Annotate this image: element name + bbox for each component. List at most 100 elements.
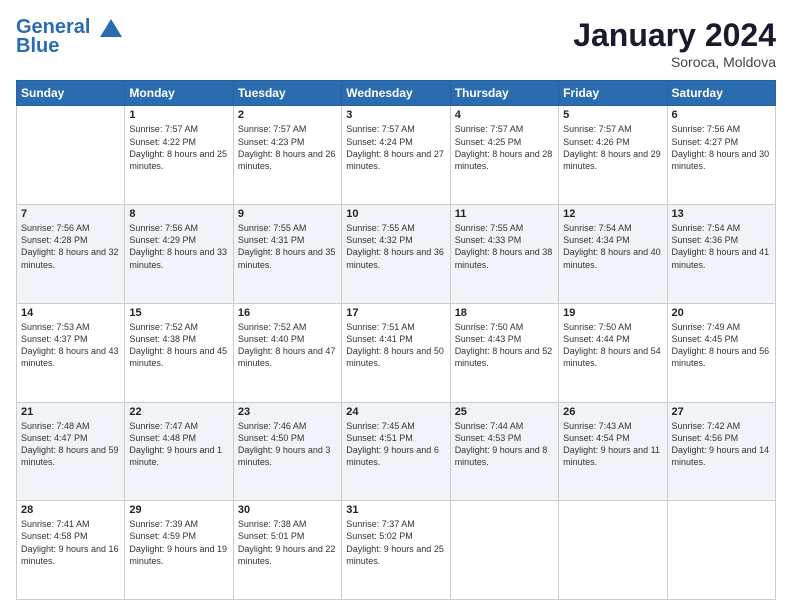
day-info: Sunrise: 7:44 AM Sunset: 4:53 PM Dayligh… xyxy=(455,420,554,469)
day-info: Sunrise: 7:57 AM Sunset: 4:23 PM Dayligh… xyxy=(238,123,337,172)
day-info: Sunrise: 7:57 AM Sunset: 4:25 PM Dayligh… xyxy=(455,123,554,172)
header-wednesday: Wednesday xyxy=(342,81,450,106)
cell-0-6: 6 Sunrise: 7:56 AM Sunset: 4:27 PM Dayli… xyxy=(667,106,775,205)
day-info: Sunrise: 7:55 AM Sunset: 4:33 PM Dayligh… xyxy=(455,222,554,271)
day-number: 23 xyxy=(238,406,337,418)
day-number: 17 xyxy=(346,307,445,319)
day-info: Sunrise: 7:54 AM Sunset: 4:34 PM Dayligh… xyxy=(563,222,662,271)
day-info: Sunrise: 7:56 AM Sunset: 4:29 PM Dayligh… xyxy=(129,222,228,271)
day-number: 26 xyxy=(563,406,662,418)
day-info: Sunrise: 7:37 AM Sunset: 5:02 PM Dayligh… xyxy=(346,518,445,567)
day-number: 8 xyxy=(129,208,228,220)
day-info: Sunrise: 7:57 AM Sunset: 4:26 PM Dayligh… xyxy=(563,123,662,172)
cell-4-6 xyxy=(667,501,775,600)
day-info: Sunrise: 7:50 AM Sunset: 4:43 PM Dayligh… xyxy=(455,321,554,370)
header: General Blue January 2024 Soroca, Moldov… xyxy=(16,16,776,70)
day-number: 30 xyxy=(238,504,337,516)
cell-0-0 xyxy=(17,106,125,205)
cell-3-1: 22 Sunrise: 7:47 AM Sunset: 4:48 PM Dayl… xyxy=(125,402,233,501)
title-block: January 2024 Soroca, Moldova xyxy=(573,16,776,70)
header-friday: Friday xyxy=(559,81,667,106)
calendar-table: Sunday Monday Tuesday Wednesday Thursday… xyxy=(16,80,776,600)
week-row-1: 7 Sunrise: 7:56 AM Sunset: 4:28 PM Dayli… xyxy=(17,205,776,304)
day-number: 4 xyxy=(455,109,554,121)
day-info: Sunrise: 7:51 AM Sunset: 4:41 PM Dayligh… xyxy=(346,321,445,370)
cell-0-1: 1 Sunrise: 7:57 AM Sunset: 4:22 PM Dayli… xyxy=(125,106,233,205)
day-info: Sunrise: 7:52 AM Sunset: 4:40 PM Dayligh… xyxy=(238,321,337,370)
cell-2-6: 20 Sunrise: 7:49 AM Sunset: 4:45 PM Dayl… xyxy=(667,303,775,402)
cell-0-3: 3 Sunrise: 7:57 AM Sunset: 4:24 PM Dayli… xyxy=(342,106,450,205)
day-info: Sunrise: 7:43 AM Sunset: 4:54 PM Dayligh… xyxy=(563,420,662,469)
day-info: Sunrise: 7:42 AM Sunset: 4:56 PM Dayligh… xyxy=(672,420,771,469)
cell-4-0: 28 Sunrise: 7:41 AM Sunset: 4:58 PM Dayl… xyxy=(17,501,125,600)
day-number: 24 xyxy=(346,406,445,418)
header-sunday: Sunday xyxy=(17,81,125,106)
week-row-3: 21 Sunrise: 7:48 AM Sunset: 4:47 PM Dayl… xyxy=(17,402,776,501)
day-number: 19 xyxy=(563,307,662,319)
cell-4-1: 29 Sunrise: 7:39 AM Sunset: 4:59 PM Dayl… xyxy=(125,501,233,600)
weekday-header-row: Sunday Monday Tuesday Wednesday Thursday… xyxy=(17,81,776,106)
day-info: Sunrise: 7:46 AM Sunset: 4:50 PM Dayligh… xyxy=(238,420,337,469)
cell-1-4: 11 Sunrise: 7:55 AM Sunset: 4:33 PM Dayl… xyxy=(450,205,558,304)
day-info: Sunrise: 7:55 AM Sunset: 4:32 PM Dayligh… xyxy=(346,222,445,271)
cell-0-4: 4 Sunrise: 7:57 AM Sunset: 4:25 PM Dayli… xyxy=(450,106,558,205)
day-info: Sunrise: 7:47 AM Sunset: 4:48 PM Dayligh… xyxy=(129,420,228,469)
header-saturday: Saturday xyxy=(667,81,775,106)
cell-2-5: 19 Sunrise: 7:50 AM Sunset: 4:44 PM Dayl… xyxy=(559,303,667,402)
logo-icon xyxy=(98,17,124,39)
day-number: 3 xyxy=(346,109,445,121)
day-info: Sunrise: 7:48 AM Sunset: 4:47 PM Dayligh… xyxy=(21,420,120,469)
cell-2-2: 16 Sunrise: 7:52 AM Sunset: 4:40 PM Dayl… xyxy=(233,303,341,402)
week-row-0: 1 Sunrise: 7:57 AM Sunset: 4:22 PM Dayli… xyxy=(17,106,776,205)
day-number: 10 xyxy=(346,208,445,220)
header-thursday: Thursday xyxy=(450,81,558,106)
day-number: 20 xyxy=(672,307,771,319)
week-row-4: 28 Sunrise: 7:41 AM Sunset: 4:58 PM Dayl… xyxy=(17,501,776,600)
cell-2-4: 18 Sunrise: 7:50 AM Sunset: 4:43 PM Dayl… xyxy=(450,303,558,402)
day-info: Sunrise: 7:41 AM Sunset: 4:58 PM Dayligh… xyxy=(21,518,120,567)
cell-1-1: 8 Sunrise: 7:56 AM Sunset: 4:29 PM Dayli… xyxy=(125,205,233,304)
day-info: Sunrise: 7:57 AM Sunset: 4:22 PM Dayligh… xyxy=(129,123,228,172)
cell-4-5 xyxy=(559,501,667,600)
day-info: Sunrise: 7:56 AM Sunset: 4:27 PM Dayligh… xyxy=(672,123,771,172)
day-info: Sunrise: 7:38 AM Sunset: 5:01 PM Dayligh… xyxy=(238,518,337,567)
day-number: 27 xyxy=(672,406,771,418)
cell-2-3: 17 Sunrise: 7:51 AM Sunset: 4:41 PM Dayl… xyxy=(342,303,450,402)
day-number: 12 xyxy=(563,208,662,220)
cell-1-0: 7 Sunrise: 7:56 AM Sunset: 4:28 PM Dayli… xyxy=(17,205,125,304)
day-number: 22 xyxy=(129,406,228,418)
day-number: 13 xyxy=(672,208,771,220)
cell-3-3: 24 Sunrise: 7:45 AM Sunset: 4:51 PM Dayl… xyxy=(342,402,450,501)
day-number: 9 xyxy=(238,208,337,220)
week-row-2: 14 Sunrise: 7:53 AM Sunset: 4:37 PM Dayl… xyxy=(17,303,776,402)
cell-3-0: 21 Sunrise: 7:48 AM Sunset: 4:47 PM Dayl… xyxy=(17,402,125,501)
logo: General Blue xyxy=(16,16,124,58)
main-title: January 2024 xyxy=(573,16,776,54)
cell-0-2: 2 Sunrise: 7:57 AM Sunset: 4:23 PM Dayli… xyxy=(233,106,341,205)
subtitle: Soroca, Moldova xyxy=(573,54,776,70)
day-info: Sunrise: 7:49 AM Sunset: 4:45 PM Dayligh… xyxy=(672,321,771,370)
day-info: Sunrise: 7:56 AM Sunset: 4:28 PM Dayligh… xyxy=(21,222,120,271)
cell-3-6: 27 Sunrise: 7:42 AM Sunset: 4:56 PM Dayl… xyxy=(667,402,775,501)
day-number: 14 xyxy=(21,307,120,319)
day-info: Sunrise: 7:54 AM Sunset: 4:36 PM Dayligh… xyxy=(672,222,771,271)
cell-4-2: 30 Sunrise: 7:38 AM Sunset: 5:01 PM Dayl… xyxy=(233,501,341,600)
day-number: 16 xyxy=(238,307,337,319)
day-number: 1 xyxy=(129,109,228,121)
cell-1-2: 9 Sunrise: 7:55 AM Sunset: 4:31 PM Dayli… xyxy=(233,205,341,304)
day-number: 6 xyxy=(672,109,771,121)
day-number: 2 xyxy=(238,109,337,121)
cell-4-3: 31 Sunrise: 7:37 AM Sunset: 5:02 PM Dayl… xyxy=(342,501,450,600)
day-info: Sunrise: 7:39 AM Sunset: 4:59 PM Dayligh… xyxy=(129,518,228,567)
cell-1-3: 10 Sunrise: 7:55 AM Sunset: 4:32 PM Dayl… xyxy=(342,205,450,304)
cell-3-5: 26 Sunrise: 7:43 AM Sunset: 4:54 PM Dayl… xyxy=(559,402,667,501)
day-info: Sunrise: 7:57 AM Sunset: 4:24 PM Dayligh… xyxy=(346,123,445,172)
cell-3-2: 23 Sunrise: 7:46 AM Sunset: 4:50 PM Dayl… xyxy=(233,402,341,501)
day-info: Sunrise: 7:55 AM Sunset: 4:31 PM Dayligh… xyxy=(238,222,337,271)
day-number: 21 xyxy=(21,406,120,418)
day-number: 18 xyxy=(455,307,554,319)
page-container: General Blue January 2024 Soroca, Moldov… xyxy=(0,0,792,612)
cell-1-6: 13 Sunrise: 7:54 AM Sunset: 4:36 PM Dayl… xyxy=(667,205,775,304)
day-number: 25 xyxy=(455,406,554,418)
day-number: 7 xyxy=(21,208,120,220)
